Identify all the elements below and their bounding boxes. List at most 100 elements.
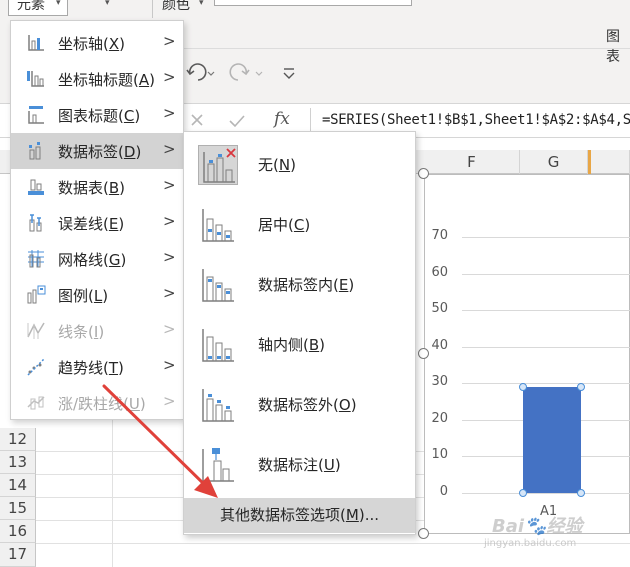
chevron-down-icon: ▾	[56, 0, 61, 8]
row-header-16[interactable]: 16	[0, 520, 36, 543]
column-header-f[interactable]: F	[424, 150, 520, 174]
up-down-bars-icon	[26, 393, 46, 413]
menu-item-data-labels[interactable]: 数据标签(D) >	[11, 133, 183, 169]
data-table-icon	[26, 177, 46, 197]
none-label-icon	[198, 145, 238, 185]
insert-function-button[interactable]: fx	[274, 109, 290, 129]
watermark-logo: Bai🐾经验	[492, 516, 583, 537]
menu-item-label: 涨/跌柱线(U)	[58, 395, 146, 413]
chevron-right-icon: >	[163, 32, 176, 50]
menu-item-label: 数据标签(D)	[58, 143, 142, 161]
menu-item-label: 坐标轴(X)	[58, 35, 126, 53]
color-label: 颜色	[162, 0, 190, 13]
menu-item-label: 网格线(G)	[58, 251, 127, 269]
chart-title-icon	[26, 105, 46, 125]
chevron-right-icon: >	[163, 320, 176, 338]
legend-icon	[26, 285, 46, 305]
row-header-17[interactable]: 17	[0, 543, 36, 567]
chevron-down-icon: ▾	[199, 0, 204, 8]
row-header-12[interactable]: 12	[0, 428, 36, 451]
chart-resize-handle[interactable]	[418, 348, 429, 359]
customize-qat-button[interactable]	[280, 62, 298, 84]
submenu-item-label: 无(N)	[258, 156, 296, 174]
menu-item-label: 数据表(B)	[58, 179, 126, 197]
close-icon	[191, 114, 203, 126]
undo-button[interactable]	[184, 60, 218, 86]
chart-area[interactable]	[424, 174, 630, 534]
menu-item-up-down-bars: 涨/跌柱线(U) >	[11, 385, 183, 421]
more-options-suffix: ...	[364, 506, 379, 524]
trendline-icon	[26, 357, 46, 377]
row-header-13[interactable]: 13	[0, 451, 36, 474]
row-header-14[interactable]: 14	[0, 474, 36, 497]
submenu-item-label: 数据标签内(E)	[258, 276, 355, 294]
menu-item-label: 坐标轴标题(A)	[58, 71, 155, 89]
chevron-right-icon: >	[163, 392, 176, 410]
row-header-15[interactable]: 15	[0, 497, 36, 520]
outside-end-label-icon	[198, 385, 238, 425]
chevron-right-icon: >	[163, 68, 176, 86]
inside-base-label-icon	[198, 325, 238, 365]
menu-item-axis-title[interactable]: 坐标轴标题(A) >	[11, 61, 183, 97]
watermark-url: jingyan.baidu.com	[484, 538, 577, 549]
chart-elements-menu: 坐标轴(X) > 坐标轴标题(A) > 图表标题(C) > 数据标签(D) > 数据表(B) > 误…	[10, 20, 184, 420]
column-header-g[interactable]: G	[520, 150, 588, 174]
column-gridline	[112, 420, 113, 567]
menu-item-label: 图例(L)	[58, 287, 109, 305]
menu-item-legend[interactable]: 图例(L) >	[11, 277, 183, 313]
submenu-item-data-callout[interactable]: 数据标注(U)	[184, 435, 415, 495]
chevron-right-icon: >	[163, 248, 176, 266]
chart-group-label: 图表	[606, 29, 620, 65]
color-dropdown[interactable]: 颜色 ▾	[162, 0, 212, 16]
chart-resize-handle[interactable]	[418, 168, 429, 179]
submenu-item-none-label[interactable]: 无(N)	[184, 135, 415, 195]
lines-icon	[26, 321, 46, 341]
data-labels-icon	[26, 141, 46, 161]
menu-item-axes[interactable]: 坐标轴(X) >	[11, 25, 183, 61]
data-labels-submenu: 无(N) 居中(C) 数据标签内(E) 轴内侧(B) 数据标签外(O) 数据标注(U) 其…	[183, 131, 416, 535]
submenu-item-label: 居中(C)	[258, 216, 311, 234]
extra-dropdown[interactable]: ▾	[90, 0, 130, 14]
cancel-formula-button[interactable]	[184, 110, 212, 132]
menu-item-label: 线条(I)	[58, 323, 105, 341]
chevron-right-icon: >	[163, 212, 176, 230]
undo-icon	[186, 63, 215, 81]
menu-item-error-bars[interactable]: 误差线(E) >	[11, 205, 183, 241]
more-options-key: M	[345, 506, 359, 524]
data-callout-icon	[198, 445, 238, 485]
elements-label: 元素	[17, 0, 45, 13]
ribbon-separator	[152, 0, 153, 18]
submenu-item-label: 数据标签外(O)	[258, 396, 357, 414]
chart-style-gallery[interactable]	[214, 0, 412, 6]
chevron-right-icon: >	[163, 356, 176, 374]
submenu-item-inside-base-label[interactable]: 轴内侧(B)	[184, 315, 415, 375]
submenu-item-center-label[interactable]: 居中(C)	[184, 195, 415, 255]
chevron-right-icon: >	[163, 176, 176, 194]
chevron-right-icon: >	[163, 284, 176, 302]
chart-resize-handle[interactable]	[418, 528, 429, 539]
submenu-item-outside-end-label[interactable]: 数据标签外(O)	[184, 375, 415, 435]
check-icon	[229, 115, 245, 128]
menu-item-gridlines[interactable]: 网格线(G) >	[11, 241, 183, 277]
axis-title-icon	[26, 69, 46, 89]
confirm-formula-button[interactable]	[222, 110, 252, 132]
menu-item-trendline[interactable]: 趋势线(T) >	[11, 349, 183, 385]
ribbon-group-divider	[184, 48, 630, 49]
center-label-icon	[198, 205, 238, 245]
more-data-label-options[interactable]: 其他数据标签选项(M)...	[184, 498, 415, 533]
menu-item-label: 图表标题(C)	[58, 107, 141, 125]
column-header-h[interactable]	[588, 150, 630, 174]
chevron-right-icon: >	[163, 104, 176, 122]
formula-input[interactable]: =SERIES(Sheet1!$B$1,Sheet1!$A$2:$A$4,S	[322, 112, 630, 128]
submenu-item-inside-end-label[interactable]: 数据标签内(E)	[184, 255, 415, 315]
redo-button[interactable]	[226, 60, 264, 86]
menu-item-chart-title[interactable]: 图表标题(C) >	[11, 97, 183, 133]
elements-dropdown[interactable]: 元素 ▾	[8, 0, 68, 16]
menu-item-data-table[interactable]: 数据表(B) >	[11, 169, 183, 205]
customize-icon	[283, 68, 295, 79]
chevron-down-icon: ▾	[105, 0, 110, 8]
menu-item-lines: 线条(I) >	[11, 313, 183, 349]
menu-item-label: 趋势线(T)	[58, 359, 124, 377]
gridlines-icon	[26, 249, 46, 269]
menu-item-label: 误差线(E)	[58, 215, 125, 233]
